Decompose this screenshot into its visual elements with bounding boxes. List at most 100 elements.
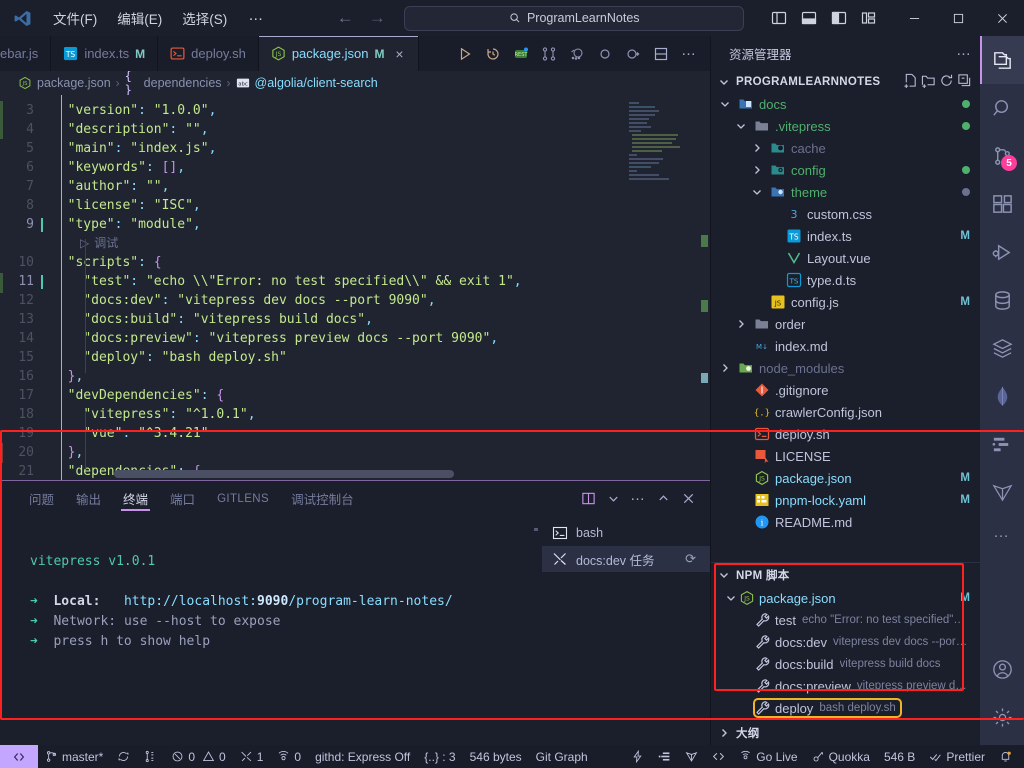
accounts-icon[interactable] — [980, 645, 1024, 693]
tree-item-docs[interactable]: docs — [711, 93, 980, 115]
quokka-status[interactable]: Quokka — [805, 745, 877, 768]
database-icon[interactable] — [980, 276, 1024, 324]
breadcrumb-item-file[interactable]: JS package.json — [18, 76, 111, 90]
terminal-item-bash[interactable]: bash — [542, 520, 710, 546]
extensions-icon[interactable] — [980, 180, 1024, 228]
chevron-down-icon[interactable] — [717, 96, 733, 112]
explorer-icon[interactable] — [980, 36, 1024, 84]
tree-item-crawlerconfig-json[interactable]: {.} crawlerConfig.json — [711, 401, 980, 423]
code-editor[interactable]: 3456789 10 11 12 13 14 15 16 17 18 19 20 21 "versio… — [0, 95, 710, 480]
chevron-right-icon[interactable] — [749, 140, 765, 156]
codesnap-status[interactable] — [705, 745, 732, 768]
terminal-scrollbar[interactable] — [534, 528, 538, 531]
git-action-status[interactable] — [137, 745, 164, 768]
tree-item-layout-vue[interactable]: Layout.vue — [711, 247, 980, 269]
horizontal-scrollbar[interactable] — [114, 470, 454, 478]
sidebar-more-icon[interactable]: … — [956, 42, 972, 66]
indent-status[interactable] — [651, 745, 678, 768]
prettier-status[interactable]: Prettier — [922, 745, 992, 768]
npm-script-test[interactable]: test echo "Error: no test specified"… — [711, 609, 980, 631]
tree-item--gitignore[interactable]: .gitignore — [711, 379, 980, 401]
tree-item-config[interactable]: config — [711, 159, 980, 181]
panel-tab-terminal[interactable]: 终端 — [112, 481, 159, 516]
tree-item-package-json[interactable]: JS package.json M — [711, 467, 980, 489]
npm-package-row[interactable]: JS package.json M — [711, 587, 980, 609]
chevron-down-icon[interactable] — [601, 487, 625, 511]
toggle-panel-icon[interactable] — [796, 5, 822, 31]
panel-tab-output[interactable]: 输出 — [65, 481, 112, 516]
chevron-down-icon[interactable] — [749, 184, 765, 200]
tree-item-readme-md[interactable]: i README.md — [711, 511, 980, 533]
menu-edit[interactable]: 编辑(E) — [108, 4, 171, 32]
tree-item-pnpm-lock-yaml[interactable]: pnpm-lock.yaml M — [711, 489, 980, 511]
compare-changes-icon[interactable] — [536, 41, 562, 67]
npm-section-header[interactable]: NPM 脚本 — [711, 563, 980, 587]
local-url[interactable]: http://localhost:9090/program-learn-note… — [124, 594, 453, 609]
maximize-button[interactable] — [936, 0, 980, 36]
go-live-status[interactable]: Go Live — [732, 745, 804, 768]
close-button[interactable] — [980, 0, 1024, 36]
back-arrow-icon[interactable]: ← — [336, 8, 354, 28]
notifications-status[interactable] — [992, 745, 1024, 768]
layers-icon[interactable] — [980, 324, 1024, 372]
toggle-secondary-sidebar-icon[interactable] — [826, 5, 852, 31]
chevron-right-icon[interactable] — [733, 316, 749, 332]
run-icon[interactable] — [452, 41, 478, 67]
collapse-all-icon[interactable] — [957, 73, 972, 91]
breadcrumb-item-symbol[interactable]: abc @algolia/client-search — [236, 76, 378, 90]
run-and-debug-icon[interactable] — [980, 228, 1024, 276]
thunder-client-status[interactable] — [624, 745, 651, 768]
source-control-icon[interactable]: 5 — [980, 132, 1024, 180]
terminal-output[interactable]: vitepress v1.0.1 ➜ Local: http://localho… — [0, 516, 542, 745]
live-share-status[interactable]: 0 — [270, 745, 308, 768]
circle-arrow-icon[interactable] — [620, 41, 646, 67]
panel-tab-ports[interactable]: 端口 — [159, 481, 206, 516]
chevron-up-icon[interactable] — [651, 487, 675, 511]
npm-script-deploy[interactable]: deploy bash deploy.sh — [711, 697, 980, 719]
tree-item-license[interactable]: LICENSE — [711, 445, 980, 467]
project-section-header[interactable]: PROGRAMLEARNNOTES — [711, 71, 980, 93]
editor-scrollbar[interactable] — [696, 95, 710, 480]
menu-selection[interactable]: 选择(S) — [173, 4, 236, 32]
tree-item-index-md[interactable]: M↓ index.md — [711, 335, 980, 357]
tab-index-ts[interactable]: TS index.ts M — [51, 36, 159, 71]
chevron-right-icon[interactable] — [717, 360, 733, 376]
ports-status[interactable]: 1 — [233, 745, 271, 768]
githd-status[interactable]: githd: Express Off — [308, 745, 417, 768]
menu-file[interactable]: 文件(F) — [44, 4, 106, 32]
panel-tab-debug-console[interactable]: 调试控制台 — [280, 481, 365, 516]
customize-layout-icon[interactable] — [856, 5, 882, 31]
file-size-status[interactable]: 546 bytes — [463, 745, 529, 768]
npm-script-docs-preview[interactable]: docs:preview vitepress preview d… — [711, 675, 980, 697]
command-center-search[interactable]: ProgramLearnNotes — [404, 5, 745, 31]
tree-item--vitepress[interactable]: .vitepress — [711, 115, 980, 137]
tab-package-json[interactable]: JS package.json M × — [258, 36, 420, 71]
sync-status[interactable] — [110, 745, 137, 768]
split-editor-icon[interactable] — [648, 41, 674, 67]
json-path-status[interactable]: {..} : 3 — [417, 745, 462, 768]
more-views-icon[interactable]: … — [980, 516, 1024, 550]
minimize-button[interactable] — [892, 0, 936, 36]
outline-section-header[interactable]: 大纲 — [711, 719, 980, 745]
tree-item-deploy-sh[interactable]: deploy.sh — [711, 423, 980, 445]
tree-item-type-d-ts[interactable]: TS type.d.ts — [711, 269, 980, 291]
mongodb-icon[interactable] — [980, 372, 1024, 420]
restclient-icon[interactable]: REST — [508, 41, 534, 67]
git-lens-icon[interactable] — [564, 41, 590, 67]
git-graph-status[interactable]: Git Graph — [529, 745, 595, 768]
tab-close-icon[interactable]: × — [392, 46, 406, 62]
todo-tree-icon[interactable] — [980, 420, 1024, 468]
size-status[interactable]: 546 B — [877, 745, 922, 768]
chevron-right-icon[interactable] — [749, 162, 765, 178]
branch-status[interactable]: master* — [38, 745, 110, 768]
panel-more-icon[interactable]: … — [626, 487, 650, 511]
circle-icon[interactable] — [592, 41, 618, 67]
more-actions-icon[interactable]: … — [676, 41, 702, 67]
panel-tab-gitlens[interactable]: GITLENS — [206, 481, 280, 516]
refresh-icon[interactable] — [939, 73, 954, 91]
close-panel-icon[interactable] — [676, 487, 700, 511]
minimap[interactable] — [610, 95, 696, 480]
split-terminal-icon[interactable] — [576, 487, 600, 511]
chevron-down-icon[interactable] — [733, 118, 749, 134]
breadcrumb-item-dependencies[interactable]: { } dependencies — [125, 69, 222, 97]
